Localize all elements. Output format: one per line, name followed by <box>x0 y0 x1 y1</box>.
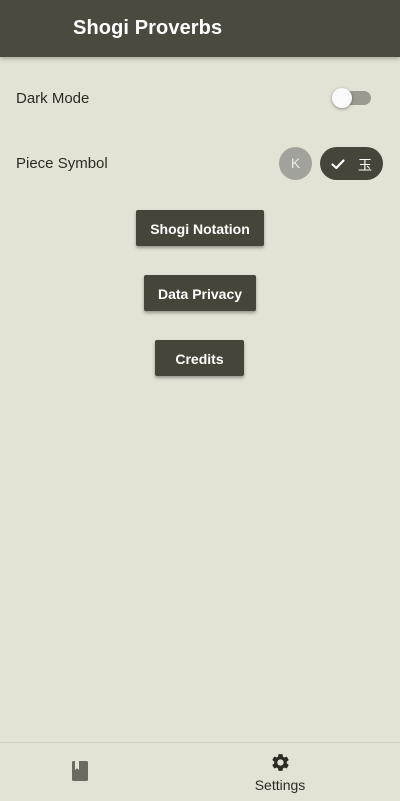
dark-mode-label: Dark Mode <box>16 90 90 107</box>
piece-symbol-option-k[interactable]: K <box>279 147 312 180</box>
nav-item-settings[interactable]: Settings <box>200 743 400 801</box>
nav-item-settings-label: Settings <box>254 777 306 793</box>
piece-symbol-option-jewel[interactable]: 玉 <box>320 147 383 180</box>
nav-item-proverbs[interactable] <box>0 743 200 801</box>
app-bar: Shogi Proverbs <box>0 0 400 57</box>
data-privacy-button[interactable]: Data Privacy <box>144 275 256 311</box>
gear-icon <box>272 754 289 771</box>
check-icon <box>331 159 345 170</box>
credits-button[interactable]: Credits <box>155 340 244 376</box>
app-title: Shogi Proverbs <box>73 17 223 39</box>
dark-mode-switch[interactable] <box>332 88 371 108</box>
bottom-navigation: Settings <box>0 742 400 801</box>
piece-symbol-label: Piece Symbol <box>16 155 108 172</box>
book-icon <box>72 761 88 781</box>
shogi-notation-button[interactable]: Shogi Notation <box>136 210 264 246</box>
piece-symbol-option-jewel-label: 玉 <box>358 158 372 174</box>
dark-mode-switch-thumb <box>332 88 352 108</box>
